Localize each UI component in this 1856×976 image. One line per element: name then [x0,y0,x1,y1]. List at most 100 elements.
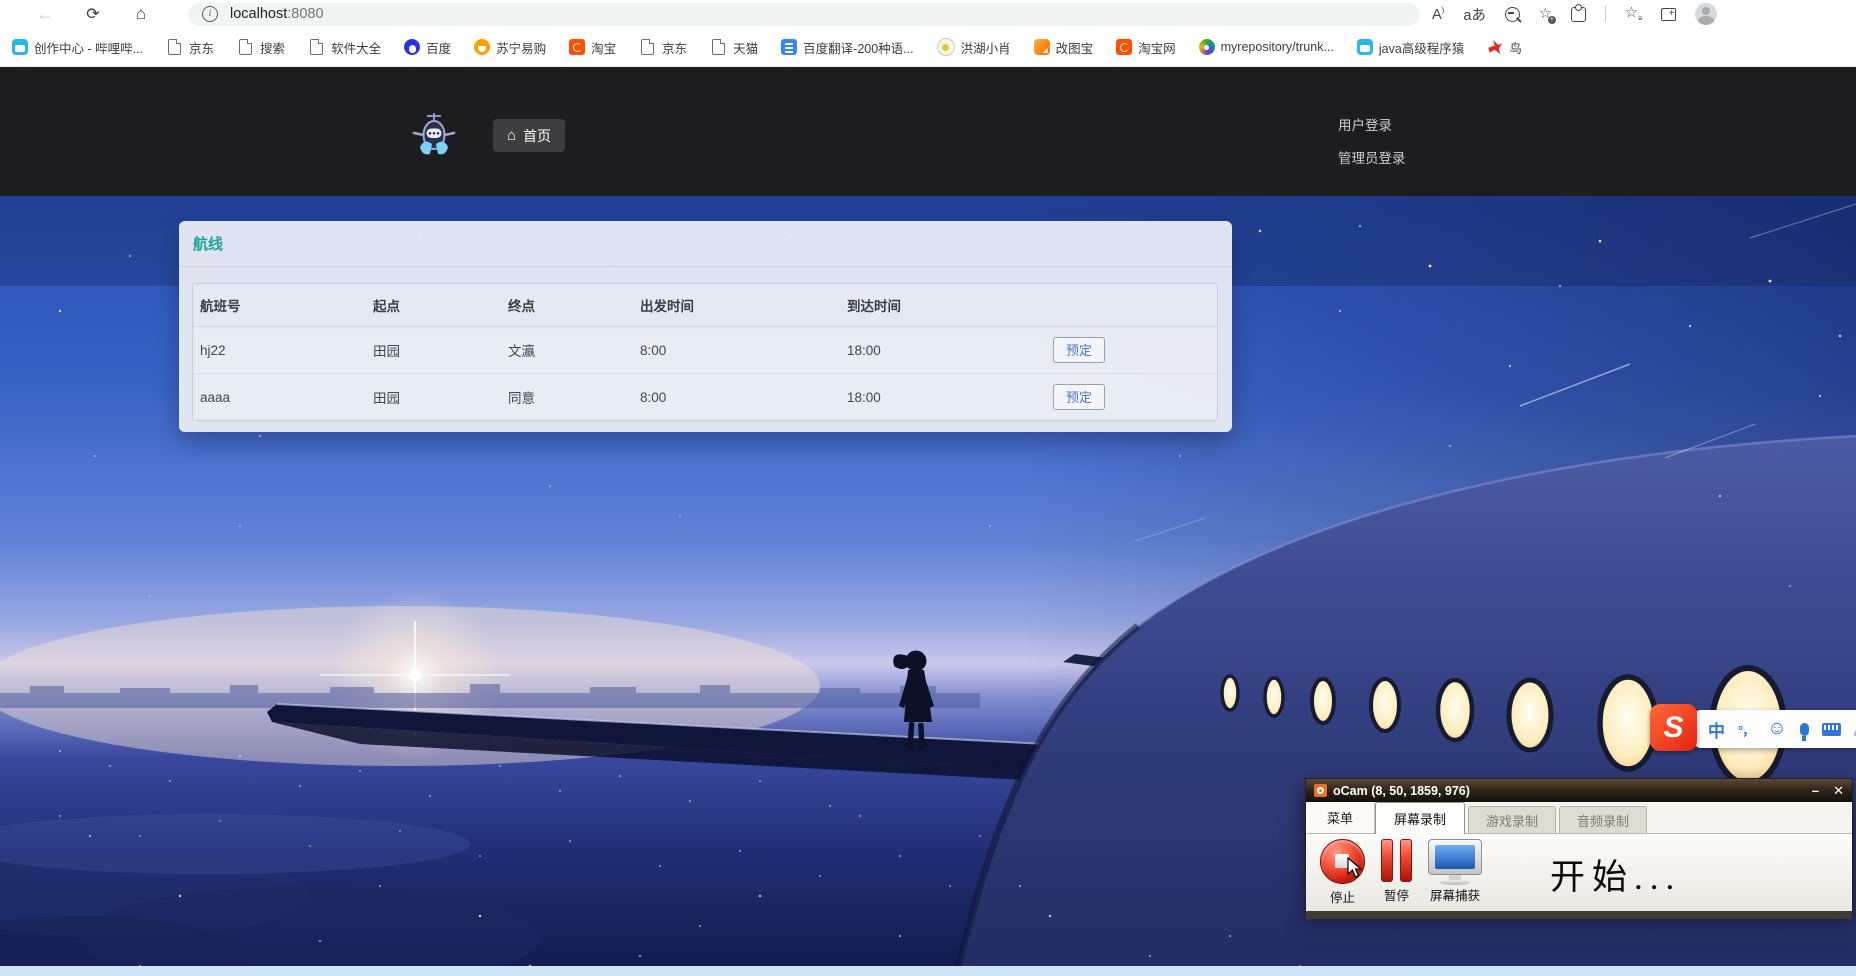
add-favorite-icon[interactable]: ☆ + [1539,6,1556,24]
bookmark-item[interactable]: 苏宁易购 [474,38,546,57]
page-icon [641,39,655,55]
ocam-tab-audio-record[interactable]: 音频录制 [1559,806,1647,833]
book-button[interactable]: 预定 [1053,337,1106,363]
ocam-window-footer [1306,911,1852,919]
home-icon[interactable]: ⌂ [128,4,154,24]
stop-icon [1320,839,1365,884]
refresh-icon[interactable]: ⟳ [80,4,106,24]
gaitubao-icon [1033,39,1050,55]
cell-arrive: 18:00 [847,389,881,405]
ocam-title-bar[interactable]: oCam (8, 50, 1859, 976) – ✕ [1306,779,1852,802]
page-icon [712,39,726,55]
site-info-icon[interactable]: i [202,6,218,22]
page-footer-strip [0,966,1856,976]
bookmark-label: 苏宁易购 [496,41,547,56]
read-aloud-icon[interactable]: A) [1432,6,1444,23]
ocam-tab-menu[interactable]: 菜单 [1306,802,1375,833]
repository-icon [1198,39,1215,55]
book-button[interactable]: 预定 [1053,384,1106,410]
col-header-flight: 航班号 [200,299,241,314]
pause-icon [1381,839,1412,882]
ime-toolbar: 中 °， ☺ S [1650,702,1856,754]
bookmark-item[interactable]: 改图宝 [1033,38,1094,57]
ocam-tab-screen-record[interactable]: 屏幕录制 [1375,802,1465,834]
mouse-cursor-icon [1347,857,1362,878]
ocam-logo-icon [1314,784,1327,797]
plane-logo-icon[interactable] [410,111,458,159]
ocam-pause-button[interactable]: 暂停 [1381,839,1412,904]
baidu-icon [404,39,421,55]
bookmark-item[interactable]: java高级程序猿 [1356,38,1464,57]
ime-emoji-icon[interactable]: ☺ [1767,718,1786,740]
ocam-minimize-button[interactable]: – [1812,783,1819,799]
nav-home-button[interactable]: ⌂ 首页 [493,119,565,152]
cell-flight: hj22 [200,342,226,358]
routes-table: 航班号 起点 终点 出发时间 到达时间 hj22 田园 文瀛 8:00 18:0… [192,283,1218,421]
user-login-link[interactable]: 用户登录 [1338,114,1392,134]
profile-avatar[interactable] [1694,3,1717,25]
house-icon: ⌂ [506,127,517,144]
page-icon [168,39,182,55]
table-header-row: 航班号 起点 终点 出发时间 到达时间 [193,284,1217,327]
page-background: 航线 航班号 起点 终点 出发时间 到达时间 hj22 田园 文瀛 8:00 1… [0,196,1856,976]
bookmark-item[interactable]: 洪湖小肖 [936,38,1011,57]
bookmark-item[interactable]: myrepository/trunk... [1198,39,1334,55]
bookmark-item[interactable]: 搜索 [237,38,285,57]
ocam-capture-button[interactable]: 屏幕捕获 [1428,839,1482,904]
translate-icon[interactable]: aあ [1463,4,1486,25]
favorites-icon[interactable]: ☆≡ [1625,5,1643,23]
bookmark-item[interactable]: 创作中心 - 哔哩哔... [12,38,143,57]
bookmarks-bar: 创作中心 - 哔哩哔... 京东 搜索 软件大全 百度 苏宁易购 淘宝 京东 天… [0,28,1856,67]
taobao-icon [569,39,586,55]
cell-dest: 文瀛 [508,344,535,359]
duck-icon [936,38,955,56]
bookmark-label: 改图宝 [1055,41,1094,56]
screen-capture-icon [1428,839,1482,885]
bookmark-label: myrepository/trunk... [1220,40,1334,54]
cell-origin: 田园 [373,391,400,406]
bookmark-item[interactable]: 京东 [166,38,214,57]
bookmark-item[interactable]: 天猫 [710,38,758,57]
bookmark-item[interactable]: 百度翻译-200种语... [781,38,914,57]
bookmark-item[interactable]: 京东 [639,38,687,57]
sogou-logo-icon[interactable]: S [1650,704,1697,751]
admin-login-link[interactable]: 管理员登录 [1338,147,1406,167]
bilibili-icon [1356,39,1373,55]
bookmark-label: 京东 [662,41,688,56]
col-header-dest: 终点 [508,299,535,314]
zoom-out-icon[interactable] [1504,6,1520,22]
bookmark-label: 百度翻译-200种语... [803,41,914,56]
table-row: hj22 田园 文瀛 8:00 18:00 预定 [193,327,1217,374]
collections-icon[interactable] [1660,7,1676,21]
nav-home-label: 首页 [523,127,552,144]
ocam-tab-strip: 菜单 屏幕录制 游戏录制 音频录制 [1306,802,1852,834]
bookmark-item[interactable]: 百度 [404,38,451,57]
url-text: localhost:8080 [230,6,324,22]
bookmark-item[interactable]: 淘宝 [569,38,616,57]
address-bar[interactable]: i localhost:8080 [188,2,1420,26]
bookmark-item[interactable]: 软件大全 [308,38,381,57]
ocam-stop-button[interactable]: 停止 [1320,839,1365,906]
ime-language-icon[interactable]: 中 [1708,717,1725,742]
capture-label: 屏幕捕获 [1429,889,1480,903]
col-header-depart: 出发时间 [640,299,694,314]
ime-keyboard-icon[interactable] [1821,722,1841,736]
bookmark-label: 鸟 [1509,41,1522,56]
bookmark-label: 淘宝 [591,41,617,56]
bookmark-label: 搜索 [260,41,286,56]
site-navbar: ⌂ 首页 用户登录 管理员登录 [0,67,1856,198]
back-icon[interactable]: ← [32,4,58,25]
cell-depart: 8:00 [640,389,667,405]
bookmark-item[interactable]: 淘宝网 [1116,38,1176,57]
toolbar-divider [1604,6,1606,22]
ocam-close-button[interactable]: ✕ [1833,783,1844,799]
ocam-title-text: oCam (8, 50, 1859, 976) [1333,783,1470,798]
ime-punctuation-icon[interactable]: °， [1738,720,1755,739]
browser-toolbar: ← ⟳ ⌂ i localhost:8080 A) aあ ☆ + ☆≡ [0,0,1856,28]
ocam-toolbar: 停止 暂停 屏幕捕获 开始... [1306,834,1852,911]
extensions-icon[interactable] [1570,3,1586,22]
ime-microphone-icon[interactable] [1799,722,1809,741]
ocam-tab-game-record[interactable]: 游戏录制 [1468,806,1556,833]
bookmark-item[interactable]: 鸟 [1487,38,1522,57]
bilibili-icon [12,39,28,55]
